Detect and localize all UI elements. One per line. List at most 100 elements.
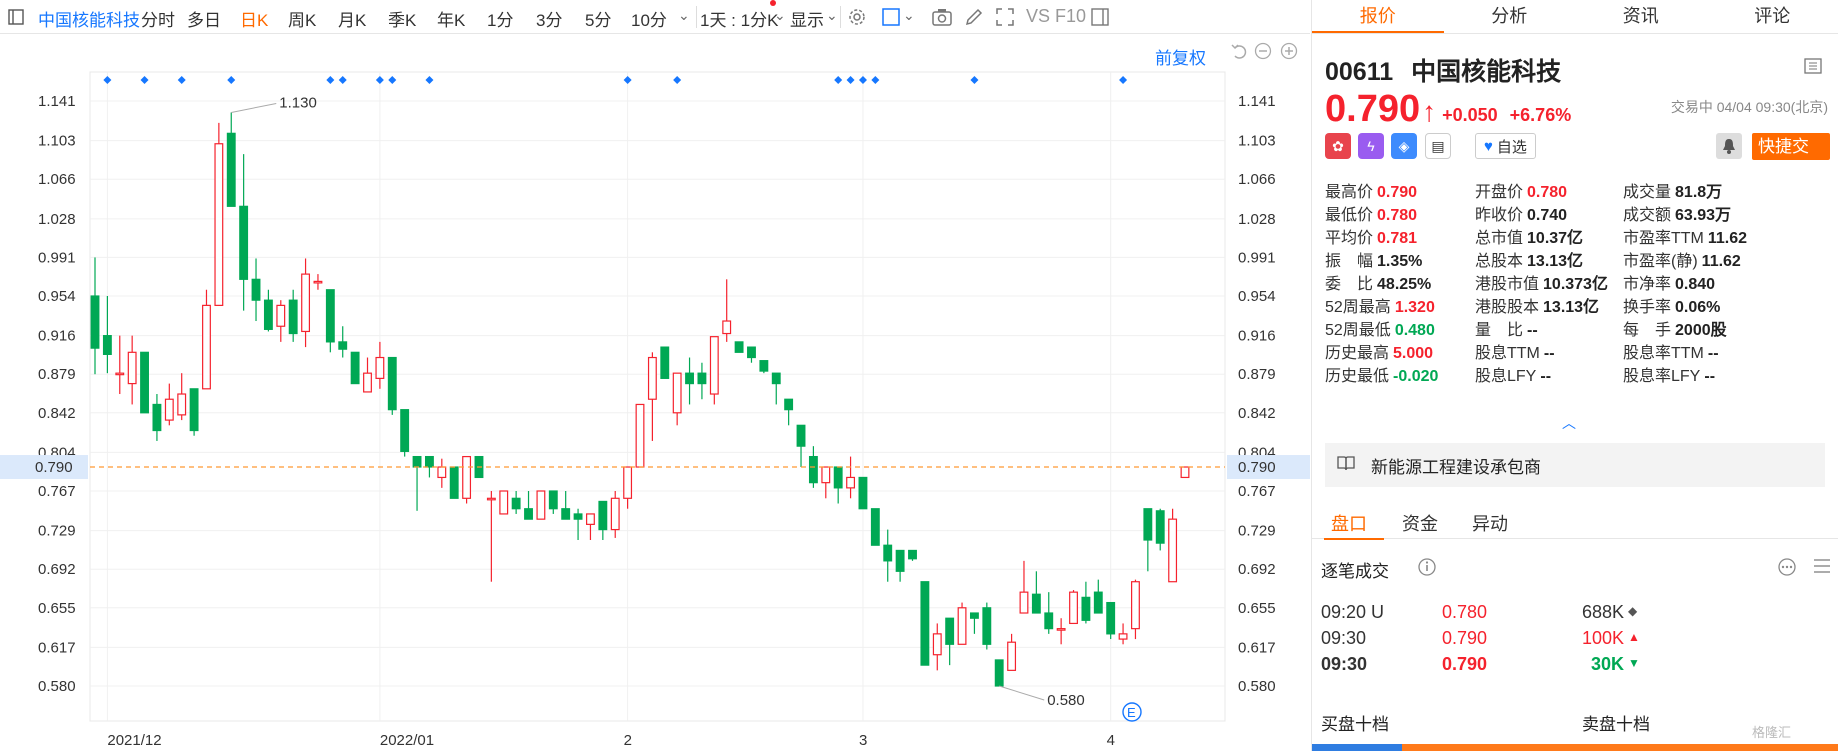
zoom-out-icon[interactable] — [1254, 42, 1272, 63]
y-tick-label-right: 0.767 — [1238, 483, 1276, 500]
stock-name-tab[interactable]: 中国核能科技 — [38, 6, 140, 31]
kline-chart[interactable]: 1.141 1.141 1.103 1.103 1.066 1.066 1.028 1.028… — [0, 34, 1310, 751]
tab-movements[interactable]: 异动 — [1472, 510, 1508, 536]
ask-ten-levels-label[interactable]: 卖盘十档 — [1582, 710, 1650, 735]
period-yearly-k[interactable]: 年K — [437, 6, 465, 31]
bookmark-icon[interactable]: ▤ — [1425, 133, 1451, 159]
candle-body — [1081, 596, 1091, 621]
event-marker-icon — [970, 76, 979, 84]
tag-icon[interactable]: ◈ — [1391, 133, 1417, 159]
period-1min[interactable]: 1分 — [487, 6, 513, 31]
kline-chart-area[interactable]: 1.141 1.141 1.103 1.103 1.066 1.066 1.028 1.028… — [0, 34, 1310, 751]
candle-body — [127, 351, 137, 385]
candle-body — [1056, 628, 1066, 631]
quote-field: 历史最高 5.000 — [1325, 339, 1433, 363]
period-multiday[interactable]: 多日 — [187, 6, 221, 31]
candle-body — [808, 455, 818, 484]
tab-news[interactable]: 资讯 — [1575, 0, 1707, 33]
tab-comments[interactable]: 评论 — [1707, 0, 1838, 33]
candle-body — [870, 508, 880, 546]
candle-body — [957, 607, 967, 645]
tab-order-book[interactable]: 盘口 — [1331, 510, 1367, 536]
candle-body — [672, 372, 682, 414]
quote-field-value: -- — [1540, 368, 1552, 385]
interval-select[interactable]: 1天 : 1分K — [700, 6, 778, 31]
settings-gear-icon[interactable] — [845, 5, 869, 29]
y-tick-label-left: 1.141 — [38, 93, 76, 110]
company-profile-bar[interactable]: 新能源工程建设承包商 — [1325, 443, 1825, 487]
candle-body — [821, 466, 831, 484]
lightning-icon[interactable]: ϟ — [1358, 133, 1384, 159]
list-view-icon[interactable] — [1812, 557, 1832, 577]
candle-body — [214, 143, 224, 306]
collapse-panel-icon[interactable] — [1804, 58, 1824, 76]
event-marker-icon — [227, 76, 236, 84]
info-icon[interactable] — [1417, 557, 1437, 577]
quote-field: 换手率 0.06% — [1623, 293, 1720, 317]
period-3min[interactable]: 3分 — [536, 6, 562, 31]
quote-field-label: 52周最低 — [1325, 322, 1391, 339]
candle-body — [734, 341, 744, 353]
undo-icon[interactable] — [1230, 42, 1248, 63]
interval-chevron-icon[interactable]: ⌄ — [774, 7, 786, 24]
quote-field-value: -- — [1707, 345, 1719, 362]
quote-field: 总市值 10.37亿 — [1475, 224, 1583, 248]
tab-capital-flow[interactable]: 资金 — [1402, 510, 1438, 536]
candle-body — [945, 617, 955, 645]
period-monthly-k[interactable]: 月K — [338, 6, 366, 31]
panel-toggle-icon[interactable] — [1088, 5, 1112, 29]
compare-vs-button[interactable]: VS — [1026, 6, 1050, 27]
more-periods-chevron-icon[interactable]: ⌄ — [678, 7, 690, 24]
event-marker-icon — [846, 76, 855, 84]
expand-chevron-up-icon[interactable]: ︿ — [1562, 413, 1576, 433]
candle-body — [387, 356, 397, 411]
quote-field-label: 股息TTM — [1475, 345, 1540, 362]
quote-field-label: 昨收价 — [1475, 207, 1524, 224]
display-menu[interactable]: 显示 — [790, 6, 824, 31]
candle-body — [363, 372, 372, 393]
layout-chevron-icon[interactable]: ⌄ — [903, 7, 915, 24]
quote-field-label: 成交额 — [1623, 207, 1672, 224]
period-quarterly-k[interactable]: 季K — [388, 6, 416, 31]
period-10min[interactable]: 10分 — [631, 6, 667, 31]
camera-icon[interactable] — [930, 5, 954, 29]
event-marker-icon — [140, 76, 149, 84]
y-tick-label-right: 1.103 — [1238, 133, 1276, 150]
pencil-draw-icon[interactable] — [962, 5, 986, 29]
candle-body — [177, 393, 187, 416]
candle-body — [400, 409, 410, 452]
candle-body — [1007, 641, 1017, 671]
tab-quote[interactable]: 报价 — [1312, 0, 1444, 33]
tab-analysis[interactable]: 分析 — [1444, 0, 1576, 33]
bell-alert-icon[interactable] — [1716, 133, 1742, 159]
quick-trade-button[interactable]: 快捷交易 — [1752, 133, 1830, 183]
quote-field-label: 量 比 — [1475, 322, 1524, 339]
event-marker-icon — [834, 76, 843, 84]
quote-field: 平均价 0.781 — [1325, 224, 1417, 248]
period-intraday[interactable]: 分时 — [141, 6, 175, 31]
more-options-icon[interactable] — [1777, 557, 1797, 577]
fullscreen-icon[interactable] — [993, 5, 1017, 29]
restoration-mode-button[interactable]: 前复权 — [1155, 44, 1206, 69]
layout-box-icon[interactable] — [879, 5, 903, 29]
candle-body — [895, 549, 905, 572]
f10-button[interactable]: F10 — [1055, 6, 1086, 27]
y-tick-label-left: 0.729 — [38, 523, 76, 540]
y-tick-label-left: 0.916 — [38, 328, 76, 345]
display-chevron-icon[interactable]: ⌄ — [826, 7, 838, 24]
period-5min[interactable]: 5分 — [585, 6, 611, 31]
candle-body — [1131, 581, 1140, 630]
quote-field-label: 成交量 — [1623, 184, 1672, 201]
high-annotation-line — [231, 102, 277, 113]
period-weekly-k[interactable]: 周K — [288, 6, 316, 31]
period-daily-k[interactable]: 日K — [240, 6, 268, 31]
zoom-in-icon[interactable] — [1280, 42, 1298, 63]
candle-body — [573, 513, 583, 520]
event-marker-icon — [871, 76, 880, 84]
bid-ten-levels-label[interactable]: 买盘十档 — [1321, 710, 1389, 735]
event-marker-icon — [338, 76, 347, 84]
quote-panel: 报价 分析 资讯 评论 00611 中国核能科技 0.790 ↑ +0.050 +… — [1311, 0, 1838, 751]
add-watchlist-button[interactable]: ♥ 自选 — [1475, 133, 1536, 159]
hk-flag-icon[interactable]: ✿ — [1325, 133, 1351, 159]
sidebar-toggle-icon[interactable] — [4, 5, 28, 29]
